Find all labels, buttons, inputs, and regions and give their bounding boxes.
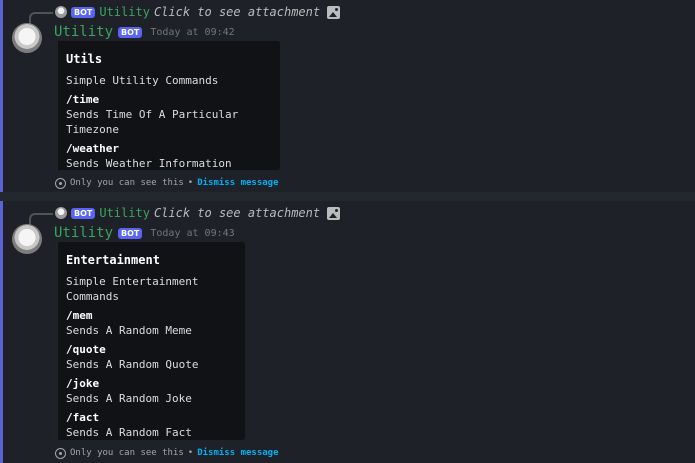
embed-field: /quote Sends A Random Quote bbox=[66, 342, 233, 372]
bot-message: BOT Utility Click to see attachment Util… bbox=[0, 201, 695, 463]
embed-title: Utils bbox=[66, 52, 103, 66]
reply-content[interactable]: Click to see attachment bbox=[154, 5, 320, 19]
bot-tag: BOT bbox=[71, 207, 96, 219]
embed-field: /time Sends Time Of A Particular Timezon… bbox=[66, 92, 268, 137]
field-value: Sends A Random Quote bbox=[66, 358, 199, 371]
field-value: Sends A Random Joke bbox=[66, 392, 192, 405]
embed-field: /weather Sends Weather Information bbox=[66, 141, 268, 171]
ephemeral-notice: Only you can see this • Dismiss message bbox=[55, 176, 279, 190]
embed-description: Simple Utility Commands bbox=[66, 74, 219, 87]
bot-tag: BOT bbox=[71, 6, 96, 18]
bot-tag: BOT bbox=[118, 227, 143, 239]
avatar[interactable] bbox=[12, 224, 42, 254]
message-header: Utility BOT Today at 09:43 bbox=[54, 224, 235, 242]
dismiss-message-link[interactable]: Dismiss message bbox=[197, 448, 278, 458]
reply-avatar bbox=[55, 207, 67, 219]
image-icon[interactable] bbox=[327, 206, 341, 220]
embed: Utils Simple Utility Commands /time Send… bbox=[54, 41, 280, 170]
bot-message: BOT Utility Click to see attachment Util… bbox=[0, 0, 695, 192]
reply-preview[interactable]: BOT Utility Click to see attachment bbox=[55, 205, 341, 221]
field-value: Sends A Random Fact bbox=[66, 426, 192, 439]
embed-field: /joke Sends A Random Joke bbox=[66, 376, 233, 406]
field-name: /fact bbox=[66, 411, 100, 424]
reply-author[interactable]: Utility bbox=[99, 5, 150, 19]
bot-tag: BOT bbox=[118, 26, 143, 38]
embed-title: Entertainment bbox=[66, 253, 160, 267]
eye-icon bbox=[55, 447, 66, 459]
field-value: Sends Time Of A Particular Timezone bbox=[66, 108, 239, 136]
embed-field: /fact Sends A Random Fact bbox=[66, 410, 233, 440]
reply-content[interactable]: Click to see attachment bbox=[154, 206, 320, 220]
dismiss-message-link[interactable]: Dismiss message bbox=[197, 178, 278, 188]
field-value: Sends Weather Information bbox=[66, 157, 232, 170]
field-value: Sends A Random Meme bbox=[66, 324, 192, 337]
ephemeral-text: Only you can see this bbox=[70, 448, 184, 458]
eye-icon bbox=[55, 177, 66, 189]
username[interactable]: Utility bbox=[54, 225, 113, 241]
reply-preview[interactable]: BOT Utility Click to see attachment bbox=[55, 4, 341, 20]
field-name: /weather bbox=[66, 142, 119, 155]
separator: • bbox=[187, 178, 194, 188]
embed-field: /mem Sends A Random Meme bbox=[66, 308, 233, 338]
username[interactable]: Utility bbox=[54, 24, 113, 40]
timestamp[interactable]: Today at 09:42 bbox=[150, 27, 234, 38]
embed: Entertainment Simple Entertainment Comma… bbox=[54, 242, 245, 440]
avatar[interactable] bbox=[12, 23, 42, 53]
reply-author[interactable]: Utility bbox=[99, 206, 150, 220]
ephemeral-text: Only you can see this bbox=[70, 178, 184, 188]
image-icon[interactable] bbox=[327, 5, 341, 19]
message-header: Utility BOT Today at 09:42 bbox=[54, 23, 235, 41]
ephemeral-notice: Only you can see this • Dismiss message bbox=[55, 446, 279, 460]
field-name: /mem bbox=[66, 309, 93, 322]
reply-avatar bbox=[55, 6, 67, 18]
field-name: /quote bbox=[66, 343, 106, 356]
field-name: /time bbox=[66, 93, 100, 106]
embed-description: Simple Entertainment Commands bbox=[66, 275, 199, 303]
field-name: /joke bbox=[66, 377, 100, 390]
timestamp[interactable]: Today at 09:43 bbox=[150, 228, 234, 239]
separator: • bbox=[187, 448, 194, 458]
